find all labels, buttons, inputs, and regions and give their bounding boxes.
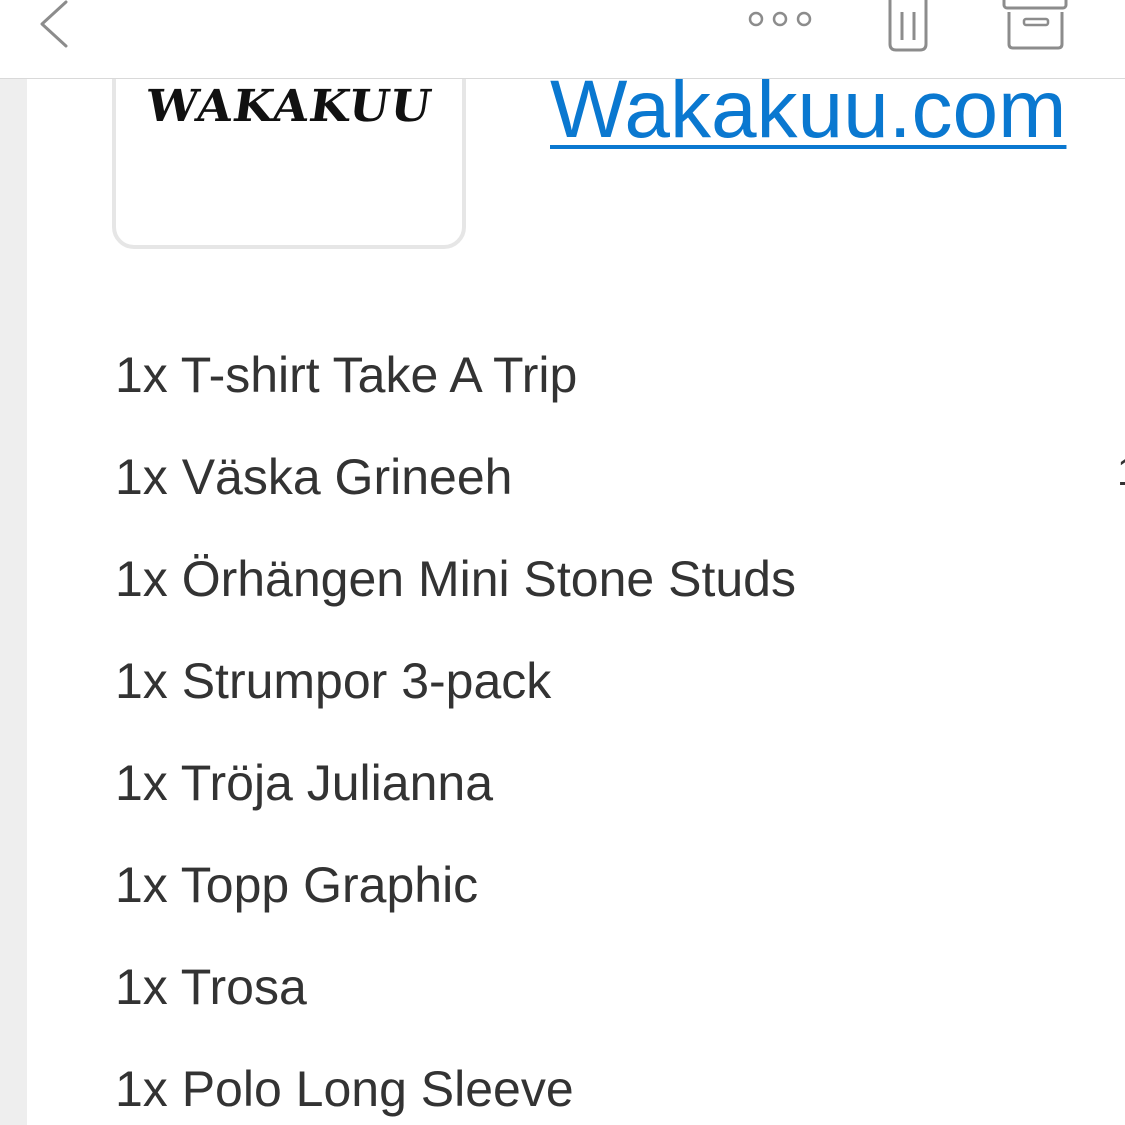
left-gutter bbox=[0, 79, 27, 1125]
archive-icon bbox=[1002, 0, 1068, 50]
brand-logo: WAKAKUU bbox=[142, 81, 436, 132]
more-dots-icon bbox=[748, 11, 812, 27]
website-link[interactable]: Wakakuu.com bbox=[550, 79, 1066, 155]
order-item: 1x Trosa bbox=[115, 959, 307, 1015]
order-items-list: 1x T-shirt Take A Trip 1x Väska Grineeh … bbox=[115, 345, 796, 1125]
top-toolbar bbox=[0, 0, 1125, 79]
email-body: WAKAKUU Wakakuu.com 1x T-shirt Take A Tr… bbox=[27, 79, 1125, 1125]
order-item: 1x Polo Long Sleeve bbox=[115, 1061, 574, 1117]
order-item: 1x T-shirt Take A Trip bbox=[115, 347, 578, 403]
trash-icon bbox=[888, 0, 928, 52]
archive-button[interactable] bbox=[1000, 0, 1072, 60]
more-button[interactable] bbox=[740, 0, 820, 40]
order-item: 1x Örhängen Mini Stone Studs bbox=[115, 551, 796, 607]
trash-button[interactable] bbox=[880, 0, 936, 60]
chevron-left-icon bbox=[40, 0, 68, 48]
back-button[interactable] bbox=[30, 0, 80, 60]
email-screen: WAKAKUU Wakakuu.com 1x T-shirt Take A Tr… bbox=[0, 0, 1125, 1125]
brand-logo-card[interactable]: WAKAKUU bbox=[112, 79, 466, 249]
order-item: 1x Tröja Julianna bbox=[115, 755, 494, 811]
clipped-price-glyph: 1 bbox=[1117, 459, 1125, 485]
order-item: 1x Strumpor 3-pack bbox=[115, 653, 552, 709]
order-item: 1x Topp Graphic bbox=[115, 857, 479, 913]
order-item: 1x Väska Grineeh bbox=[115, 449, 513, 505]
